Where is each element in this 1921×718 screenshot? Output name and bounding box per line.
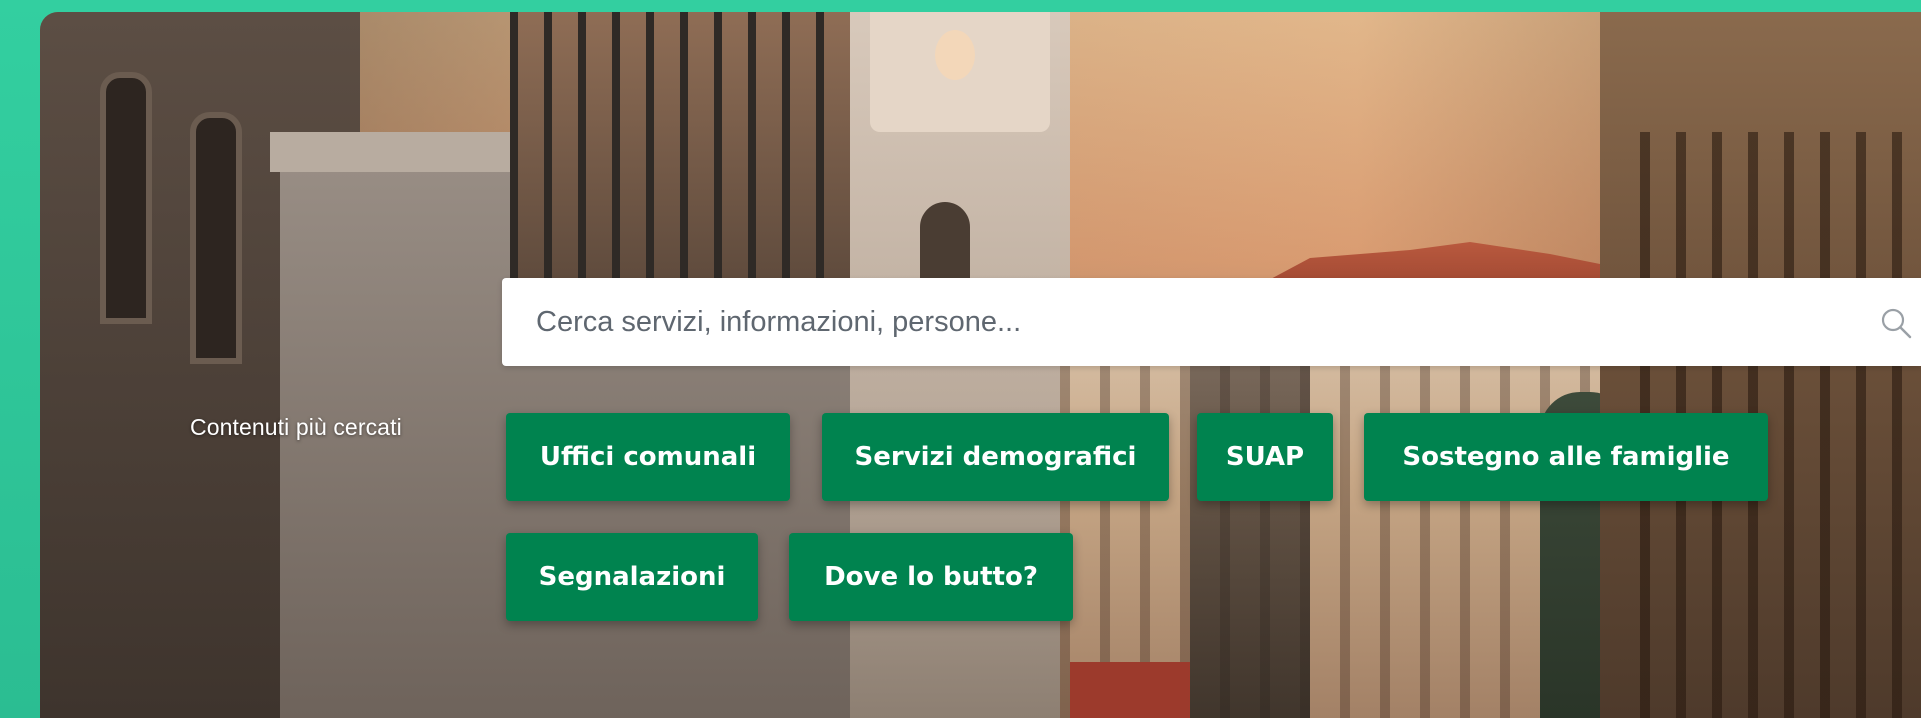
search-input[interactable] bbox=[502, 278, 1842, 366]
link-suap[interactable]: SUAP bbox=[1197, 413, 1333, 501]
background-tower-arch bbox=[920, 202, 970, 287]
background-window bbox=[190, 112, 242, 364]
background-window bbox=[100, 72, 152, 324]
search-bar bbox=[502, 278, 1921, 366]
link-segnalazioni[interactable]: Segnalazioni bbox=[506, 533, 758, 621]
most-searched-label: Contenuti più cercati bbox=[190, 414, 402, 440]
background-tower-opening bbox=[935, 30, 975, 80]
page-frame: Contenuti più cercati Uffici comunali Se… bbox=[0, 0, 1921, 718]
link-sostegno-famiglie[interactable]: Sostegno alle famiglie bbox=[1364, 413, 1768, 501]
background-balcony bbox=[510, 12, 870, 282]
link-uffici-comunali[interactable]: Uffici comunali bbox=[506, 413, 790, 501]
background-awning bbox=[1070, 662, 1190, 718]
link-dove-lo-butto[interactable]: Dove lo butto? bbox=[789, 533, 1073, 621]
search-icon[interactable] bbox=[1879, 306, 1913, 340]
link-servizi-demografici[interactable]: Servizi demografici bbox=[822, 413, 1169, 501]
